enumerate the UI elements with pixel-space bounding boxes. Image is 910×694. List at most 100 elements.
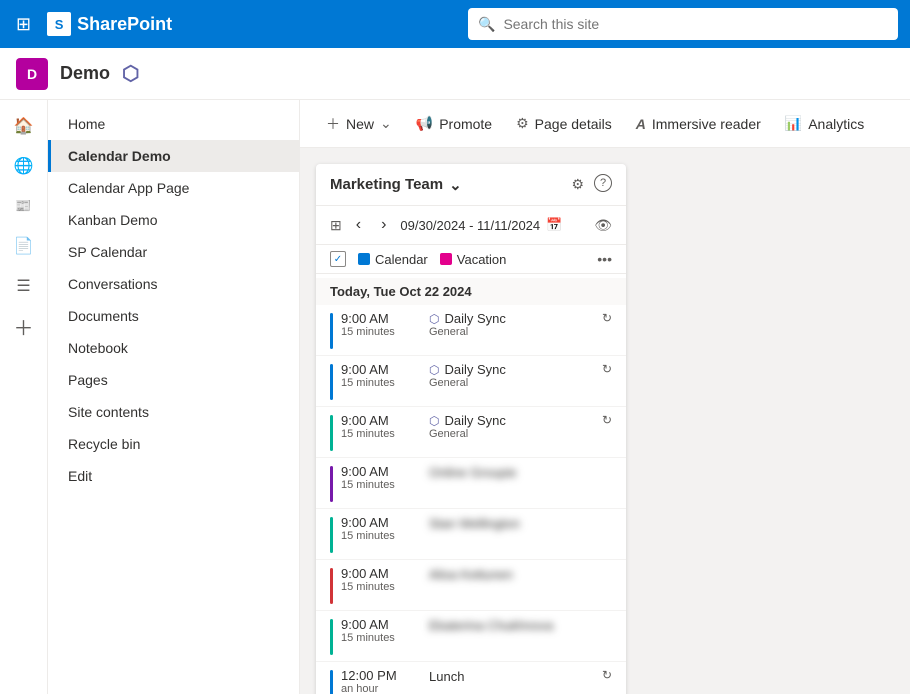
- more-options-icon[interactable]: •••: [597, 251, 612, 267]
- event-item[interactable]: 9:00 AM 15 minutes Stan Wellington: [316, 509, 626, 560]
- sidebar: Home Calendar Demo Calendar App Page Kan…: [48, 100, 300, 694]
- event-title-blurred: Alisa Kettunen: [429, 567, 513, 582]
- sidebar-label-sp-calendar: SP Calendar: [68, 244, 147, 260]
- sidebar-label-site-contents: Site contents: [68, 404, 149, 420]
- event-item[interactable]: 9:00 AM 15 minutes ⬡ Daily Sync General …: [316, 356, 626, 407]
- vacation-dot: [440, 253, 452, 265]
- event-color-bar: [330, 466, 333, 502]
- page-details-label: Page details: [535, 116, 612, 132]
- event-title: Lunch: [429, 669, 464, 684]
- event-info: ⬡ Daily Sync General: [429, 413, 594, 440]
- sidebar-label-conversations: Conversations: [68, 276, 158, 292]
- sidebar-label-calendar-demo: Calendar Demo: [68, 148, 171, 164]
- new-button[interactable]: ＋ New ⌄: [316, 108, 402, 140]
- nav-globe-icon[interactable]: 🌐: [6, 148, 42, 184]
- sidebar-item-pages[interactable]: Pages: [48, 364, 299, 396]
- immersive-reader-button[interactable]: A Immersive reader: [626, 110, 771, 138]
- nav-list-icon[interactable]: ☰: [6, 268, 42, 304]
- event-info: Stan Wellington: [429, 515, 612, 531]
- new-plus-icon: ＋: [326, 114, 340, 134]
- calendar-team-name[interactable]: Marketing Team ⌄: [330, 176, 462, 194]
- recurring-icon: ↻: [602, 668, 612, 682]
- calendar-legend: ✓ Calendar Vacation •••: [316, 245, 626, 274]
- site-title: Demo: [60, 63, 110, 84]
- event-item[interactable]: 9:00 AM 15 minutes ⬡ Daily Sync General …: [316, 305, 626, 356]
- event-time: 9:00 AM 15 minutes: [341, 566, 421, 593]
- event-info: Ekaterina Chukhnova: [429, 617, 612, 633]
- nav-add-icon[interactable]: ＋: [6, 308, 42, 344]
- calendar-settings-icon[interactable]: ⚙: [569, 174, 586, 195]
- event-color-bar: [330, 517, 333, 553]
- immersive-icon: A: [636, 116, 646, 132]
- nav-home-icon[interactable]: 🏠: [6, 108, 42, 144]
- waffle-icon[interactable]: ⊞: [12, 10, 35, 39]
- sidebar-item-site-contents[interactable]: Site contents: [48, 396, 299, 428]
- legend-checkbox[interactable]: ✓: [330, 251, 346, 267]
- event-title-blurred: Stan Wellington: [429, 516, 520, 531]
- promote-button[interactable]: 📢 Promote: [406, 109, 502, 138]
- sidebar-item-recycle-bin[interactable]: Recycle bin: [48, 428, 299, 460]
- event-title: Daily Sync: [444, 362, 505, 377]
- calendar-dot: [358, 253, 370, 265]
- date-heading: Today, Tue Oct 22 2024: [316, 278, 626, 305]
- sidebar-item-documents[interactable]: Documents: [48, 300, 299, 332]
- event-color-bar: [330, 415, 333, 451]
- event-item[interactable]: 9:00 AM 15 minutes ⬡ Daily Sync General …: [316, 407, 626, 458]
- promote-icon: 📢: [416, 115, 433, 132]
- sidebar-item-calendar-app[interactable]: Calendar App Page: [48, 172, 299, 204]
- sidebar-item-notebook[interactable]: Notebook: [48, 332, 299, 364]
- page-details-button[interactable]: ⚙ Page details: [506, 109, 622, 138]
- event-color-bar: [330, 568, 333, 604]
- event-item[interactable]: 12:00 PM an hour Lunch ↻: [316, 662, 626, 694]
- prev-button[interactable]: ‹: [350, 214, 367, 236]
- event-color-bar: [330, 619, 333, 655]
- event-info: Online Groupie: [429, 464, 612, 480]
- sidebar-item-sp-calendar[interactable]: SP Calendar: [48, 236, 299, 268]
- calendar-header-icons: ⚙ ?: [569, 174, 612, 195]
- page-details-icon: ⚙: [516, 115, 529, 132]
- next-button[interactable]: ›: [375, 214, 392, 236]
- event-subtitle: General: [429, 326, 594, 338]
- event-title: Daily Sync: [444, 413, 505, 428]
- event-title: Daily Sync: [444, 311, 505, 326]
- sidebar-item-edit[interactable]: Edit: [48, 460, 299, 492]
- sidebar-label-home: Home: [68, 116, 105, 132]
- calendar-date-icon: 📅: [546, 217, 562, 233]
- calendar-help-icon[interactable]: ?: [594, 174, 612, 192]
- recurring-icon: ↻: [602, 413, 612, 427]
- sidebar-label-edit: Edit: [68, 468, 92, 484]
- events-container: Today, Tue Oct 22 2024 9:00 AM 15 minute…: [316, 274, 626, 694]
- analytics-button[interactable]: 📊 Analytics: [775, 109, 874, 138]
- toolbar: ＋ New ⌄ 📢 Promote ⚙ Page details A Immer…: [300, 100, 910, 148]
- search-input[interactable]: [503, 16, 888, 32]
- nav-page-icon[interactable]: 📄: [6, 228, 42, 264]
- teams-meeting-icon: ⬡: [429, 312, 439, 326]
- eye-icon[interactable]: 👁: [594, 217, 612, 234]
- legend-calendar: Calendar: [358, 252, 428, 267]
- event-info: ⬡ Daily Sync General: [429, 362, 594, 389]
- immersive-label: Immersive reader: [652, 116, 761, 132]
- analytics-icon: 📊: [785, 115, 802, 132]
- calendar-nav: ⊞ ‹ › 09/30/2024 - 11/11/2024 📅 👁: [316, 206, 626, 245]
- sidebar-item-calendar-demo[interactable]: Calendar Demo: [48, 140, 299, 172]
- search-bar[interactable]: 🔍: [468, 8, 898, 40]
- grid-view-icon[interactable]: ⊞: [330, 217, 342, 234]
- sidebar-item-conversations[interactable]: Conversations: [48, 268, 299, 300]
- site-avatar: D: [16, 58, 48, 90]
- teams-icon[interactable]: ⬡: [122, 61, 139, 86]
- event-time: 12:00 PM an hour: [341, 668, 421, 694]
- event-item[interactable]: 9:00 AM 15 minutes Online Groupie: [316, 458, 626, 509]
- sidebar-item-home[interactable]: Home: [48, 108, 299, 140]
- sidebar-item-kanban[interactable]: Kanban Demo: [48, 204, 299, 236]
- event-title-blurred: Ekaterina Chukhnova: [429, 618, 553, 633]
- legend-vacation: Vacation: [440, 252, 507, 267]
- sidebar-label-recycle-bin: Recycle bin: [68, 436, 140, 452]
- event-item[interactable]: 9:00 AM 15 minutes Ekaterina Chukhnova: [316, 611, 626, 662]
- main-layout: 🏠 🌐 📰 📄 ☰ ＋ Home Calendar Demo Calendar …: [0, 100, 910, 694]
- event-item[interactable]: 9:00 AM 15 minutes Alisa Kettunen: [316, 560, 626, 611]
- nav-news-icon[interactable]: 📰: [6, 188, 42, 224]
- sharepoint-logo-icon: S: [47, 12, 71, 36]
- event-time: 9:00 AM 15 minutes: [341, 311, 421, 338]
- sidebar-label-documents: Documents: [68, 308, 139, 324]
- recurring-icon: ↻: [602, 362, 612, 376]
